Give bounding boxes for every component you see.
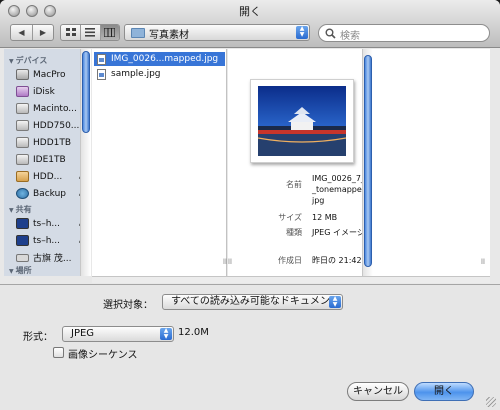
shared-screen-icon	[16, 235, 29, 246]
format-popup[interactable]: JPEG ▲ ▼	[62, 326, 174, 342]
sidebar-section-places[interactable]: ▼ 場所	[9, 265, 32, 276]
sidebar-item-macintosh-hd[interactable]: Macinto...	[16, 101, 86, 116]
sidebar: ▼ デバイス MacPro iDisk Macinto... HDD750... …	[4, 49, 91, 276]
column-resize-handle[interactable]: ll	[228, 258, 232, 266]
sidebar-section-devices[interactable]: ▼ デバイス	[9, 55, 47, 66]
meta-label-kind: 種類	[286, 228, 302, 237]
icon-view-icon	[65, 28, 76, 36]
list-view-icon	[85, 28, 96, 37]
preview-thumbnail	[250, 79, 354, 163]
filter-value: すべての読み込み可能なドキュメント	[171, 296, 340, 307]
file-item-img0026[interactable]: IMG_0026...mapped.jpg	[94, 52, 225, 66]
window-title: 開く	[239, 5, 261, 18]
jpeg-file-icon	[97, 53, 106, 65]
hard-drive-icon	[16, 69, 29, 80]
forward-arrow-icon: ▶	[39, 28, 47, 37]
filter-popup[interactable]: すべての読み込み可能なドキュメント ▲ ▼	[162, 294, 343, 310]
sidebar-item-shared-1[interactable]: ts–h...⏏	[16, 216, 86, 231]
sidebar-item-hdd-external[interactable]: HDD...⏏	[16, 169, 86, 184]
preview-scroll-thumb[interactable]	[364, 55, 372, 267]
popup-arrows-icon: ▲ ▼	[329, 296, 341, 308]
file-size: 12.0M	[178, 327, 209, 338]
format-label: 形式：	[23, 332, 53, 343]
popup-arrows-icon: ▲ ▼	[160, 328, 172, 340]
disclosure-triangle-icon: ▼	[9, 207, 14, 214]
folder-icon	[131, 28, 145, 38]
view-switcher	[60, 24, 120, 41]
preview-photo	[258, 86, 346, 156]
disclosure-triangle-icon: ▼	[9, 58, 14, 65]
sidebar-item-shared-3[interactable]: 古旗 茂...	[16, 250, 86, 265]
back-button[interactable]: ◀	[11, 25, 32, 40]
format-value: JPEG	[71, 328, 95, 339]
forward-button[interactable]: ▶	[31, 25, 53, 40]
sidebar-item-macpro[interactable]: MacPro	[16, 67, 86, 82]
meta-label-size: サイズ	[278, 213, 302, 222]
column-view-button[interactable]	[99, 25, 119, 40]
search-placeholder: 検索	[340, 31, 360, 42]
hard-drive-icon	[16, 137, 29, 148]
filter-label: 選択対象：	[103, 300, 153, 311]
shared-screen-icon	[16, 218, 29, 229]
backup-drive-icon	[16, 188, 29, 199]
search-field[interactable]: 検索	[318, 24, 490, 42]
sidebar-item-ide1tb[interactable]: IDE1TB	[16, 152, 86, 167]
file-item-sample[interactable]: sample.jpg	[94, 67, 225, 81]
hard-drive-icon	[16, 154, 29, 165]
open-button[interactable]: 開く	[414, 382, 474, 401]
horizontal-scrollbar[interactable]	[92, 276, 490, 283]
sidebar-scrollbar[interactable]	[80, 49, 91, 276]
column-view-icon	[104, 28, 116, 37]
image-sequence-checkbox[interactable]	[53, 347, 64, 358]
resize-grip-icon[interactable]	[486, 397, 496, 407]
idisk-icon	[16, 86, 29, 97]
back-arrow-icon: ◀	[18, 28, 25, 37]
sidebar-item-idisk[interactable]: iDisk	[16, 84, 86, 99]
preview-column: 名前 IMG_0026_7_8_tonemapped.jpg サイズ 12 MB…	[228, 49, 490, 276]
sidebar-item-hdd750[interactable]: HDD750...	[16, 118, 86, 133]
sidebar-item-hdd1tb[interactable]: HDD1TB	[16, 135, 86, 150]
sidebar-scroll-thumb[interactable]	[82, 51, 90, 133]
sidebar-item-shared-2[interactable]: ts–h...⏏	[16, 233, 86, 248]
external-drive-icon	[16, 171, 29, 182]
options-panel: 選択対象： すべての読み込み可能なドキュメント ▲ ▼ 形式： JPEG ▲ ▼ 1…	[0, 284, 500, 410]
disclosure-triangle-icon: ▼	[9, 268, 14, 275]
file-column: IMG_0026...mapped.jpg sample.jpg	[92, 49, 227, 276]
list-view-button[interactable]	[80, 25, 99, 40]
meta-label-created: 作成日	[278, 256, 302, 265]
open-dialog: 開く ◀ ▶ 写真素材 ▲ ▼ 検索 ▼ デバイス MacPro iDisk M…	[0, 0, 500, 410]
title-bar: 開く ◀ ▶ 写真素材 ▲ ▼ 検索	[0, 0, 500, 48]
icon-view-button[interactable]	[61, 25, 80, 40]
cancel-button[interactable]: キャンセル	[347, 382, 409, 401]
preview-scrollbar[interactable]	[362, 49, 373, 276]
image-sequence-label: 画像シーケンス	[68, 350, 138, 361]
sidebar-item-backup[interactable]: Backup⏏	[16, 186, 86, 201]
shared-computer-icon	[16, 253, 29, 262]
nav-buttons: ◀ ▶	[10, 24, 54, 41]
popup-arrows-icon: ▲ ▼	[296, 26, 308, 39]
sidebar-section-shared[interactable]: ▼ 共有	[9, 204, 32, 215]
column-resize-handle[interactable]: ll	[223, 258, 227, 266]
search-icon	[325, 28, 336, 39]
jpeg-file-icon	[97, 68, 106, 80]
meta-label-name: 名前	[286, 180, 302, 189]
hard-drive-icon	[16, 103, 29, 114]
hard-drive-icon	[16, 120, 29, 131]
column-resize-handle[interactable]: ll	[481, 258, 485, 266]
folder-popup[interactable]: 写真素材 ▲ ▼	[124, 24, 310, 41]
folder-name: 写真素材	[149, 30, 189, 41]
